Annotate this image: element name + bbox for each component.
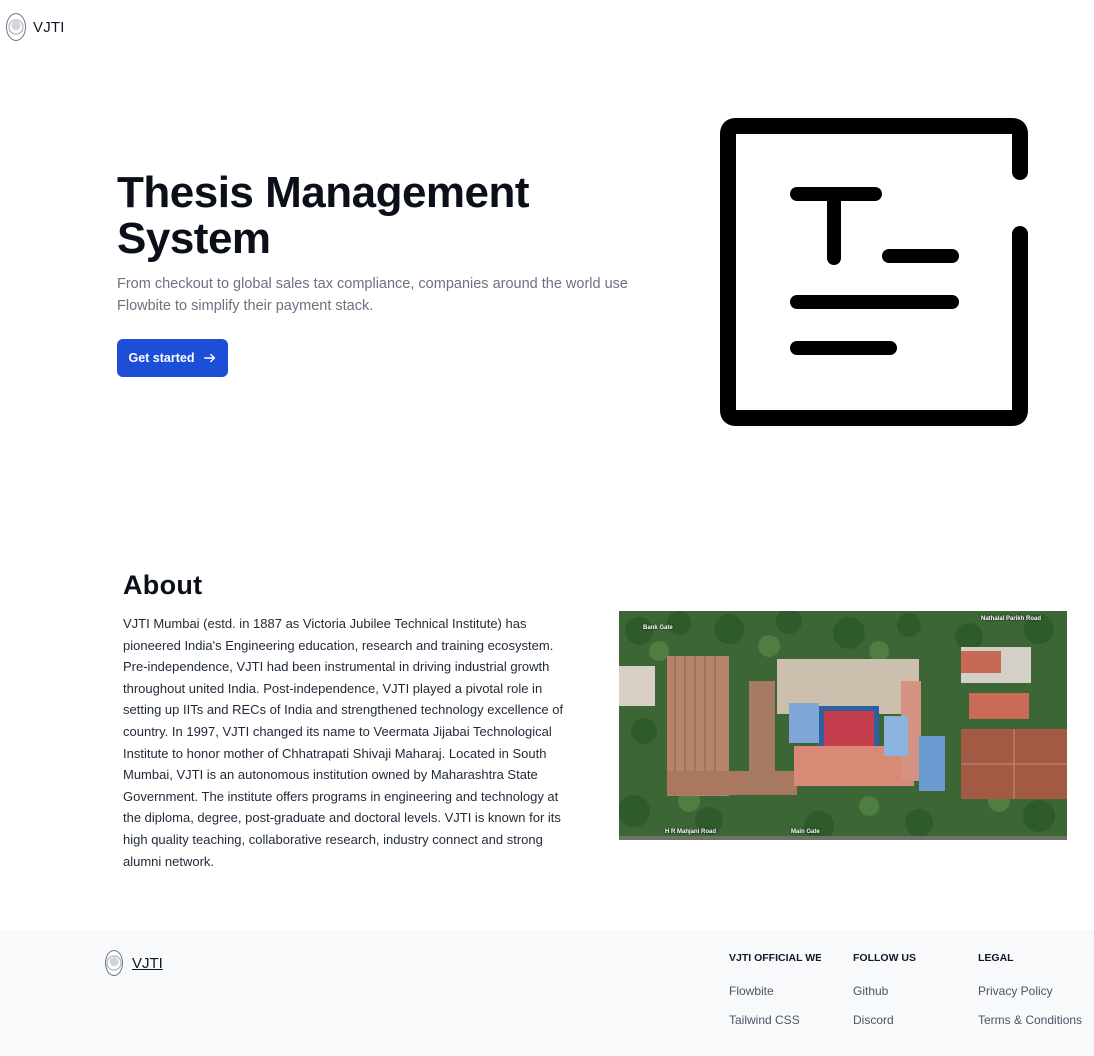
hero-title: Thesis Management System: [117, 168, 530, 263]
map-label-hr-road: H R Mahjani Road: [665, 829, 717, 835]
top-navbar: VJTI: [0, 0, 1094, 56]
campus-aerial-image: Bank Gate Nathalal Parikh Road H R Mahja…: [619, 611, 1067, 840]
footer-column-legal: LEGAL Privacy Policy Terms & Conditions: [978, 952, 1094, 1042]
footer-link-github[interactable]: Github: [853, 984, 953, 998]
footer-link-terms[interactable]: Terms & Conditions: [978, 1013, 1094, 1027]
get-started-button[interactable]: Get started: [117, 339, 228, 377]
about-text: VJTI Mumbai (estd. in 1887 as Victoria J…: [123, 616, 564, 869]
get-started-label: Get started: [128, 351, 195, 365]
footer-heading: FOLLOW US: [853, 952, 916, 964]
vjti-seal-icon: [6, 13, 26, 41]
footer-brand-link[interactable]: VJTI: [105, 950, 163, 976]
footer-column-follow-us: FOLLOW US Github Discord: [853, 952, 953, 1042]
nav-brand-text: VJTI: [33, 18, 65, 36]
map-label-main-gate: Main Gate: [791, 829, 820, 835]
footer-heading: VJTI OFFICIAL WEBSITE: [729, 952, 821, 964]
thesis-logo-icon: [720, 118, 1028, 426]
footer: VJTI VJTI OFFICIAL WEBSITE Flowbite Tail…: [0, 930, 1094, 1056]
map-label-bank-gate: Bank Gate: [643, 625, 673, 631]
footer-column-official-website: VJTI OFFICIAL WEBSITE Flowbite Tailwind …: [729, 952, 821, 1042]
footer-heading: LEGAL: [978, 952, 1014, 964]
footer-link-privacy-policy[interactable]: Privacy Policy: [978, 984, 1094, 998]
hero-subtitle: From checkout to global sales tax compli…: [117, 276, 628, 314]
footer-brand-text: VJTI: [132, 954, 163, 972]
footer-link-discord[interactable]: Discord: [853, 1013, 953, 1027]
footer-link-flowbite[interactable]: Flowbite: [729, 984, 821, 998]
arrow-right-icon: [203, 353, 215, 363]
vjti-seal-icon: [105, 950, 123, 976]
map-label-nathalal-road: Nathalal Parikh Road: [981, 616, 1042, 622]
about-title: About: [123, 570, 203, 600]
nav-brand-link[interactable]: VJTI: [6, 13, 65, 41]
footer-link-tailwind[interactable]: Tailwind CSS: [729, 1013, 821, 1027]
